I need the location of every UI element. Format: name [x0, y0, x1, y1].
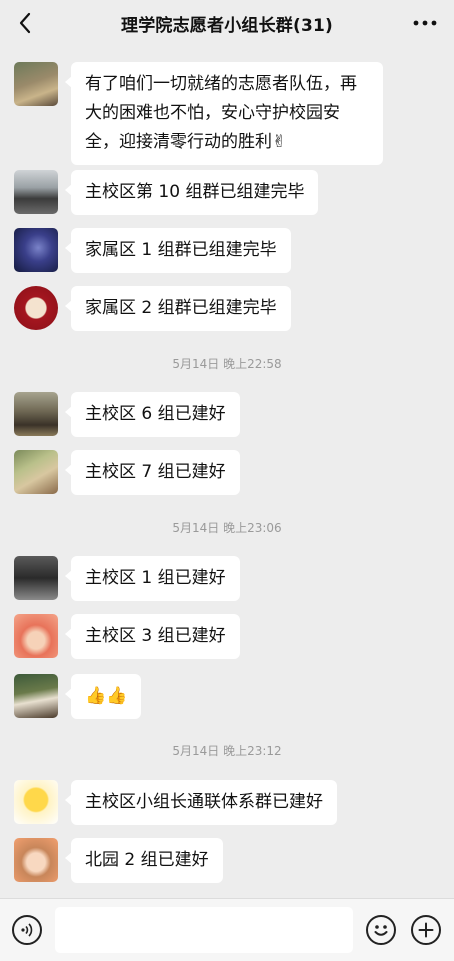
- message-bubble[interactable]: 有了咱们一切就绪的志愿者队伍，再大的困难也不怕，安心守护校园安全，迎接清零行动的…: [65, 62, 383, 165]
- voice-icon: [21, 923, 33, 937]
- chevron-left-icon: [19, 12, 31, 34]
- avatar[interactable]: [14, 556, 58, 600]
- message-bubble[interactable]: 主校区 6 组已建好: [65, 392, 240, 437]
- avatar[interactable]: [14, 286, 58, 330]
- message-item: 主校区第 10 组群已组建完毕: [14, 170, 319, 215]
- message-bubble[interactable]: 主校区 7 组已建好: [65, 450, 240, 495]
- more-button[interactable]: [410, 8, 440, 38]
- avatar[interactable]: [14, 450, 58, 494]
- message-item: 👍👍: [14, 674, 142, 719]
- message-item: 主校区 6 组已建好: [14, 392, 240, 437]
- message-bubble[interactable]: 主校区 1 组已建好: [65, 556, 240, 601]
- message-bubble[interactable]: 北园 2 组已建好: [65, 838, 223, 883]
- message-bubble[interactable]: 主校区第 10 组群已组建完毕: [64, 170, 319, 215]
- message-item: 主校区 3 组已建好: [14, 614, 240, 659]
- avatar[interactable]: [14, 838, 58, 882]
- message-input[interactable]: [55, 907, 353, 953]
- emoji-icon: [374, 925, 388, 936]
- message-bubble[interactable]: 家属区 1 组群已组建完毕: [65, 228, 291, 273]
- message-item: 主校区 7 组已建好: [14, 450, 240, 495]
- chat-header: 理学院志愿者小组长群(31): [0, 0, 454, 46]
- input-bar: [0, 898, 454, 961]
- emoji-button[interactable]: [366, 915, 396, 945]
- message-item: 主校区小组长通联体系群已建好: [14, 780, 337, 825]
- back-button[interactable]: [10, 8, 40, 38]
- message-list[interactable]: 有了咱们一切就绪的志愿者队伍，再大的困难也不怕，安心守护校园安全，迎接清零行动的…: [0, 46, 454, 898]
- plus-icon: [418, 922, 434, 938]
- message-item: 家属区 1 组群已组建完毕: [14, 228, 291, 273]
- timestamp: 5月14日 晚上22:58: [172, 357, 282, 371]
- message-bubble[interactable]: 👍👍: [64, 674, 142, 719]
- message-bubble[interactable]: 家属区 2 组群已组建完毕: [65, 286, 291, 331]
- message-item: 北园 2 组已建好: [14, 838, 223, 883]
- avatar[interactable]: [14, 62, 58, 106]
- timestamp: 5月14日 晚上23:12: [172, 744, 282, 758]
- more-dots-icon: [413, 20, 437, 26]
- page-title: 理学院志愿者小组长群(31): [121, 15, 333, 36]
- message-bubble[interactable]: 主校区 3 组已建好: [65, 614, 240, 659]
- plus-button[interactable]: [411, 915, 441, 945]
- avatar[interactable]: [14, 170, 58, 214]
- message-bubble[interactable]: 主校区小组长通联体系群已建好: [65, 780, 337, 825]
- avatar[interactable]: [14, 228, 58, 272]
- avatar[interactable]: [14, 392, 58, 436]
- avatar[interactable]: [14, 674, 58, 718]
- message-item: 有了咱们一切就绪的志愿者队伍，再大的困难也不怕，安心守护校园安全，迎接清零行动的…: [14, 62, 383, 165]
- voice-button[interactable]: [12, 915, 42, 945]
- timestamp: 5月14日 晚上23:06: [172, 521, 282, 535]
- message-item: 主校区 1 组已建好: [14, 556, 240, 601]
- message-item: 家属区 2 组群已组建完毕: [14, 286, 291, 331]
- avatar[interactable]: [14, 780, 58, 824]
- avatar[interactable]: [14, 614, 58, 658]
